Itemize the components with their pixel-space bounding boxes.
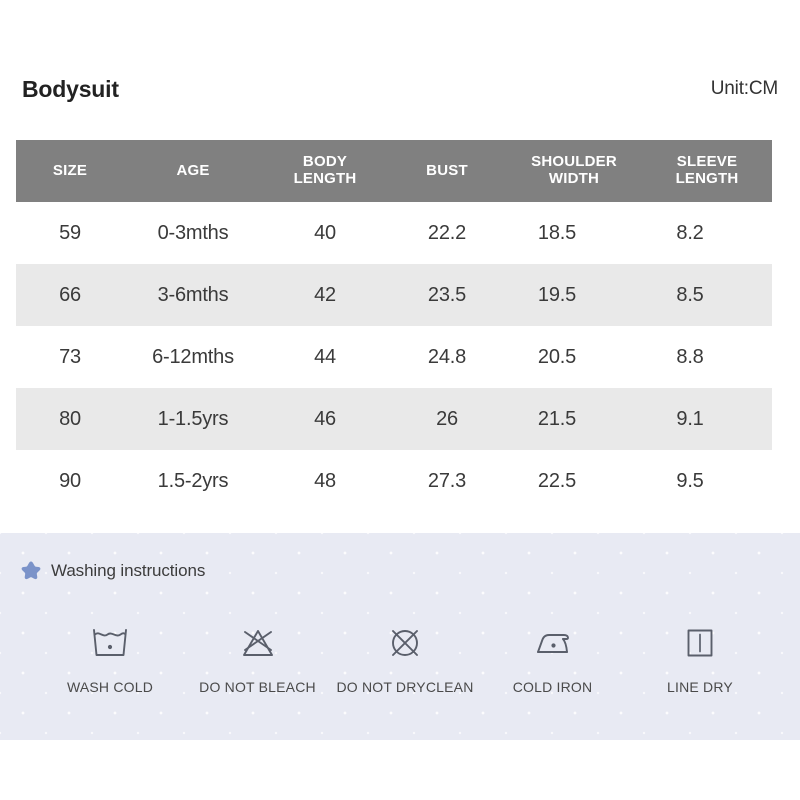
column-header-age: AGE [124, 140, 262, 202]
cell-sleeve-length: 9.1 [676, 407, 704, 430]
cell-shoulder-width: 22.5 [537, 469, 577, 492]
care-label-line-dry: LINE DRY [667, 679, 733, 695]
care-item-do-not-bleach: DO NOT BLEACH [188, 621, 328, 695]
care-symbol-list: WASH COLD DO NOT BLEACH DO NOT DRYCLEAN … [40, 621, 770, 695]
cell-sleeve-length: 8.2 [676, 221, 704, 244]
cell-bust: 22.2 [427, 221, 467, 244]
table-row: 80 1-1.5yrs 46 26 21.5 9.1 [16, 388, 772, 450]
care-item-wash-cold: WASH COLD [40, 621, 180, 695]
care-item-cold-iron: COLD IRON [483, 621, 623, 695]
column-header-sleeve-length-label: SLEEVE LENGTH [675, 153, 739, 187]
column-header-bust-label: BUST [426, 161, 468, 179]
cell-size: 80 [59, 407, 81, 430]
column-header-shoulder-width-label: SHOULDER WIDTH [531, 153, 617, 187]
cell-bust: 26 [436, 407, 458, 430]
care-label-cold-iron: COLD IRON [512, 679, 593, 695]
column-header-size: SIZE [16, 140, 124, 202]
cell-age: 6-12mths [152, 345, 234, 368]
cell-body-length: 40 [314, 221, 336, 244]
column-header-shoulder-width: SHOULDER WIDTH [506, 140, 642, 202]
care-label-do-not-dryclean: DO NOT DRYCLEAN [336, 679, 474, 695]
size-chart-table: SIZE AGE BODY LENGTH BUST SHOULDER WIDTH… [16, 140, 772, 512]
cell-shoulder-width: 21.5 [537, 407, 577, 430]
star-icon [20, 560, 42, 582]
washing-instructions-heading: Washing instructions [20, 560, 205, 582]
column-header-sleeve-length: SLEEVE LENGTH [642, 140, 772, 202]
table-row: 90 1.5-2yrs 48 27.3 22.5 9.5 [16, 450, 772, 512]
cell-bust: 23.5 [427, 283, 467, 306]
table-header-row: SIZE AGE BODY LENGTH BUST SHOULDER WIDTH… [16, 140, 772, 202]
page-title: Bodysuit [22, 75, 119, 102]
care-item-line-dry: LINE DRY [630, 621, 770, 695]
do-not-bleach-icon [238, 621, 278, 665]
chart-title-row: Bodysuit Unit:CM [0, 60, 800, 118]
cell-sleeve-length: 8.5 [676, 283, 704, 306]
cell-bust: 24.8 [427, 345, 467, 368]
cold-iron-icon [533, 621, 573, 665]
cell-size: 73 [59, 345, 81, 368]
line-dry-icon [680, 621, 720, 665]
column-header-body-length-label: BODY LENGTH [293, 153, 357, 187]
cell-age: 0-3mths [157, 221, 229, 244]
column-header-age-label: AGE [176, 161, 210, 179]
cell-size: 59 [59, 221, 81, 244]
column-header-bust: BUST [388, 140, 506, 202]
care-label-do-not-bleach: DO NOT BLEACH [199, 679, 316, 695]
cell-body-length: 48 [314, 469, 336, 492]
column-header-size-label: SIZE [52, 161, 88, 179]
cell-age: 1-1.5yrs [157, 407, 229, 430]
care-item-do-not-dryclean: DO NOT DRYCLEAN [335, 621, 475, 695]
cell-shoulder-width: 18.5 [537, 221, 577, 244]
washing-instructions-label: Washing instructions [51, 561, 206, 580]
cell-shoulder-width: 19.5 [537, 283, 577, 306]
table-row: 59 0-3mths 40 22.2 18.5 8.2 [16, 202, 772, 264]
wash-cold-icon [90, 621, 130, 665]
cell-age: 3-6mths [157, 283, 229, 306]
unit-label: Unit:CM [710, 78, 778, 99]
cell-sleeve-length: 8.8 [676, 345, 704, 368]
table-body: 59 0-3mths 40 22.2 18.5 8.2 66 3-6mths 4… [16, 202, 772, 512]
cell-body-length: 46 [314, 407, 336, 430]
cell-bust: 27.3 [427, 469, 467, 492]
washing-instructions-panel: Washing instructions WASH COLD DO NOT BL… [0, 533, 800, 740]
cell-shoulder-width: 20.5 [537, 345, 577, 368]
do-not-dryclean-icon [385, 621, 425, 665]
cell-age: 1.5-2yrs [157, 469, 229, 492]
cell-body-length: 42 [314, 283, 336, 306]
cell-size: 90 [59, 469, 81, 492]
care-label-wash-cold: WASH COLD [66, 679, 154, 695]
table-row: 66 3-6mths 42 23.5 19.5 8.5 [16, 264, 772, 326]
cell-body-length: 44 [314, 345, 336, 368]
cell-sleeve-length: 9.5 [676, 469, 704, 492]
column-header-body-length: BODY LENGTH [262, 140, 388, 202]
table-header: SIZE AGE BODY LENGTH BUST SHOULDER WIDTH… [16, 140, 772, 202]
cell-size: 66 [59, 283, 81, 306]
table-row: 73 6-12mths 44 24.8 20.5 8.8 [16, 326, 772, 388]
